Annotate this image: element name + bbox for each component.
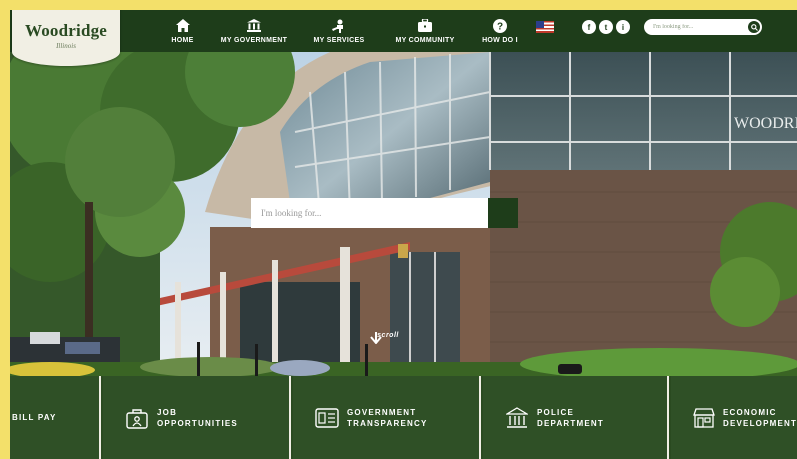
nav-home[interactable]: HOME (160, 12, 205, 50)
nav-my-community[interactable]: MY COMMUNITY (383, 12, 467, 50)
home-icon (175, 19, 190, 33)
browser-viewport: Woodridge Illinois HOME MY GOVERNMENT MY… (10, 10, 797, 459)
facebook-icon[interactable]: f (582, 20, 596, 34)
quick-link-police-department[interactable]: POLICE DEPARTMENT (483, 376, 669, 459)
quick-link-job-opportunities[interactable]: JOB OPPORTUNITIES (103, 376, 291, 459)
quick-link-government-transparency[interactable]: GOVERNMENT TRANSPARENCY (293, 376, 481, 459)
nav-my-community-label: MY COMMUNITY (395, 36, 455, 44)
hero-search (251, 198, 518, 228)
building-sign: WOODRID (734, 115, 797, 132)
transparency-icon (315, 406, 339, 430)
site-logo[interactable]: Woodridge Illinois (12, 10, 120, 66)
government-building-icon (247, 19, 261, 33)
instagram-icon[interactable]: i (616, 20, 630, 34)
nav-home-label: HOME (171, 36, 194, 44)
quick-link-job-opportunities-label: JOB OPPORTUNITIES (157, 407, 238, 428)
briefcase-icon (418, 19, 432, 33)
nav-my-government[interactable]: MY GOVERNMENT (213, 12, 295, 50)
quick-link-economic-development[interactable]: ECONOMIC DEVELOPMENT (671, 376, 797, 459)
page: Woodridge Illinois HOME MY GOVERNMENT MY… (0, 0, 797, 459)
quick-link-economic-development-label: ECONOMIC DEVELOPMENT (723, 407, 797, 428)
social-links: f t i (582, 20, 630, 34)
services-icon (332, 19, 346, 33)
logo-subtext: Illinois (56, 41, 76, 50)
quick-links-bar: BILL PAY JOB OPPORTUNITIES GOVERNMENT TR… (10, 376, 797, 459)
header-search-button[interactable] (748, 21, 760, 33)
search-icon (251, 198, 261, 208)
quick-link-police-department-label: POLICE DEPARTMENT (537, 407, 604, 428)
nav-my-services[interactable]: MY SERVICES (305, 12, 373, 50)
logo-text: Woodridge (24, 20, 108, 40)
scroll-indicator[interactable]: scroll (370, 332, 406, 344)
quick-link-bill-pay-label: BILL PAY (12, 413, 57, 422)
question-icon: ? (493, 18, 507, 33)
header-search-input[interactable] (653, 24, 745, 30)
svg-text:?: ? (497, 21, 503, 32)
site-header: Woodridge Illinois HOME MY GOVERNMENT MY… (10, 10, 797, 66)
shop-icon (693, 406, 715, 430)
job-opportunities-icon (125, 406, 149, 430)
police-building-icon (505, 406, 529, 430)
main-nav: HOME MY GOVERNMENT MY SERVICES MY COMMUN… (160, 12, 525, 50)
twitter-icon[interactable]: t (599, 20, 613, 34)
hero-banner: WOODRID (10, 52, 797, 376)
search-icon (750, 23, 758, 31)
nav-my-services-label: MY SERVICES (313, 36, 365, 44)
quick-link-bill-pay[interactable]: BILL PAY (10, 376, 101, 459)
hero-search-button[interactable] (251, 198, 518, 228)
us-flag-icon[interactable] (536, 21, 554, 33)
nav-how-do-i[interactable]: ? HOW DO I (475, 12, 525, 50)
quick-link-government-transparency-label: GOVERNMENT TRANSPARENCY (347, 407, 428, 428)
header-search (644, 19, 762, 35)
nav-how-do-i-label: HOW DO I (482, 36, 518, 44)
nav-my-government-label: MY GOVERNMENT (220, 36, 288, 44)
hero-search-input[interactable] (251, 198, 488, 228)
arrow-down-icon (370, 332, 382, 344)
